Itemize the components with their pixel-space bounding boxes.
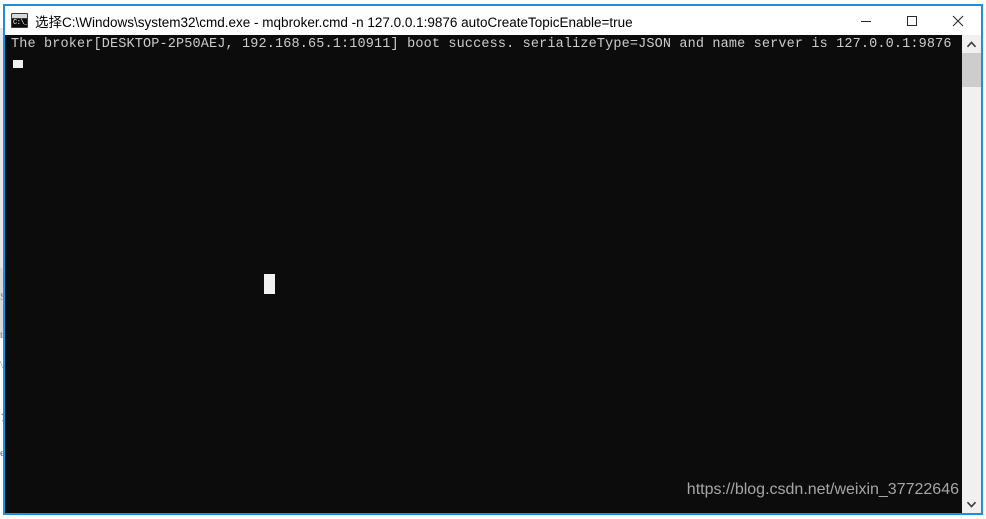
- window-title-bar[interactable]: C:\_ 选择C:\Windows\system32\cmd.exe - mqb…: [5, 6, 981, 35]
- window-controls-group: [843, 6, 981, 35]
- maximize-icon: [907, 15, 917, 26]
- console-text-layer: The broker[DESKTOP-2P50AEJ, 192.168.65.1…: [5, 35, 962, 513]
- cmd-icon-prompt-glyph: C:\_: [12, 19, 28, 27]
- minimize-button[interactable]: [843, 6, 889, 35]
- cursor-block: [13, 60, 23, 68]
- cmd-console-window: C:\_ 选择C:\Windows\system32\cmd.exe - mqb…: [3, 4, 983, 515]
- chevron-up-icon: [967, 40, 976, 47]
- vertical-scrollbar[interactable]: [962, 35, 981, 513]
- window-title-text: 选择C:\Windows\system32\cmd.exe - mqbroker…: [35, 14, 633, 30]
- chevron-down-icon: [967, 501, 976, 508]
- console-line: The broker[DESKTOP-2P50AEJ, 192.168.65.1…: [11, 37, 952, 52]
- scrollbar-thumb[interactable]: [962, 53, 981, 87]
- minimize-icon: [861, 20, 871, 22]
- scroll-down-button[interactable]: [962, 495, 981, 513]
- watermark-text: https://blog.csdn.net/weixin_37722646: [686, 481, 959, 498]
- selection-block: [264, 274, 275, 294]
- close-button[interactable]: [935, 6, 981, 35]
- scroll-up-button[interactable]: [962, 35, 981, 53]
- console-output-area[interactable]: The broker[DESKTOP-2P50AEJ, 192.168.65.1…: [5, 35, 981, 513]
- cmd-exe-icon: C:\_: [11, 13, 28, 28]
- close-icon: [952, 15, 964, 26]
- maximize-button[interactable]: [889, 6, 935, 35]
- scrollbar-track[interactable]: [962, 53, 981, 495]
